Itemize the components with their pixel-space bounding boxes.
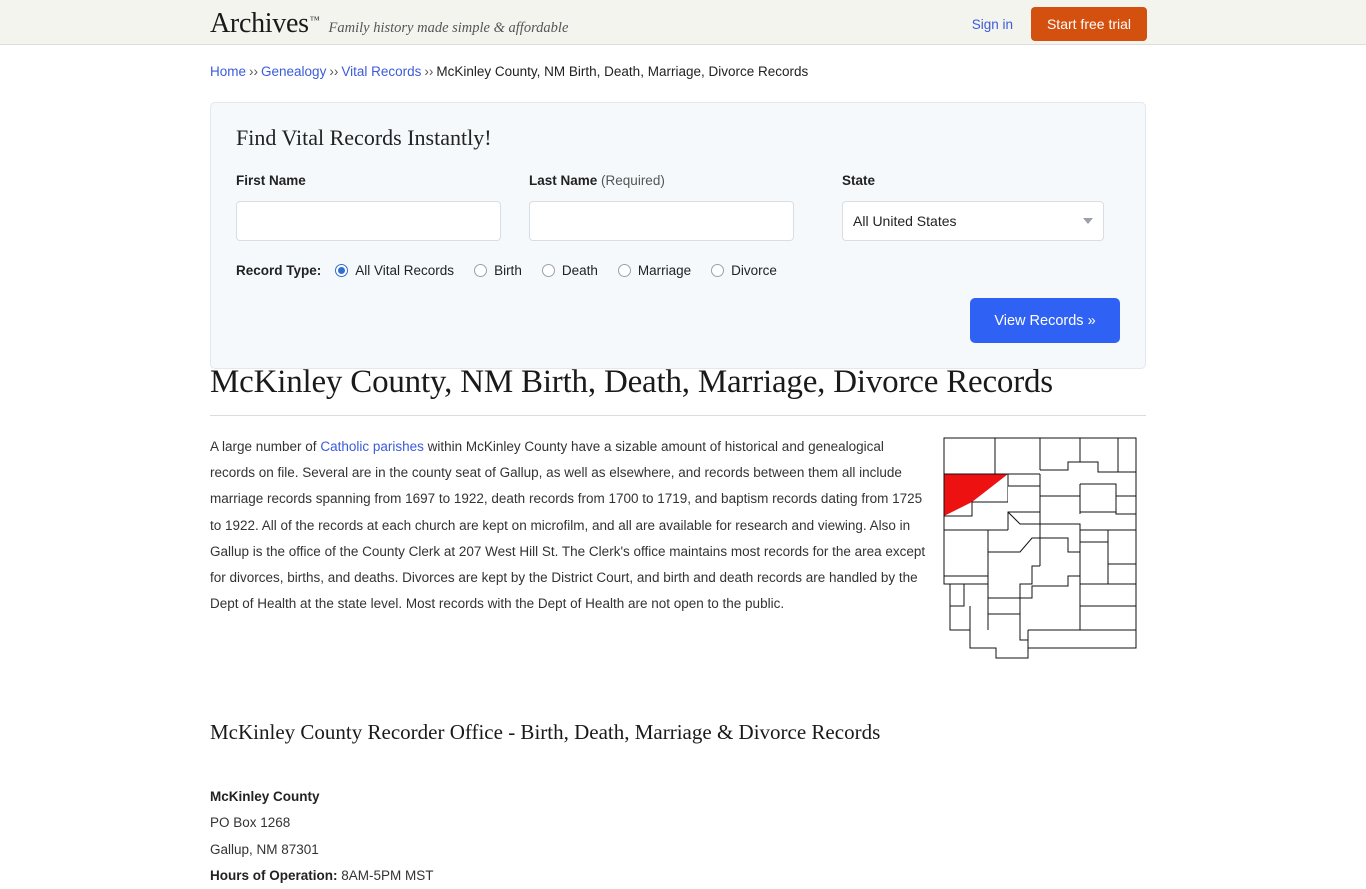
breadcrumb: Home ›› Genealogy ›› Vital Records ›› McKinley… — [210, 63, 1366, 82]
record-type-label: Record Type: — [236, 263, 322, 278]
page-title: McKinley County, NM Birth, Death, Marria… — [210, 364, 1053, 400]
radio-icon — [711, 264, 725, 277]
radio-label-marriage: Marriage — [637, 263, 692, 278]
main-content: McKinley County, NM Birth, Death, Marria… — [210, 363, 1146, 889]
catholic-parishes-link[interactable]: Catholic parishes — [320, 439, 424, 454]
radio-icon-checked — [335, 264, 349, 277]
address-county-name: McKinley County — [210, 788, 320, 804]
radio-label-death: Death — [561, 263, 598, 278]
first-name-field-group: First Name — [236, 173, 501, 241]
breadcrumb-separator: ›› — [424, 64, 434, 79]
radio-icon — [474, 264, 488, 277]
view-records-button[interactable]: View Records » — [970, 298, 1120, 343]
radio-death[interactable]: Death — [541, 263, 598, 278]
new-mexico-county-map-svg — [943, 437, 1137, 659]
paragraph-before-link: A large number of — [210, 438, 321, 454]
state-select[interactable]: All United States — [842, 201, 1104, 241]
breadcrumb-separator: ›› — [249, 64, 259, 79]
address-line-1: PO Box 1268 — [210, 815, 291, 831]
site-header: Archives ™ Family history made simple & a… — [0, 0, 1366, 45]
start-free-trial-button[interactable]: Start free trial — [1030, 7, 1147, 41]
trademark-icon: ™ — [309, 15, 320, 26]
first-name-label: First Name — [236, 173, 306, 188]
last-name-input[interactable] — [529, 201, 794, 241]
radio-label-divorce: Divorce — [731, 263, 777, 278]
last-name-required-note: (Required) — [601, 173, 665, 188]
address-line-2: Gallup, NM 87301 — [210, 841, 319, 857]
radio-divorce[interactable]: Divorce — [711, 263, 777, 278]
record-type-row: Record Type: All Vital Records Birth Dea… — [236, 263, 1120, 278]
state-field-group: State All United States — [842, 173, 1104, 241]
breadcrumb-item-current: McKinley County, NM Birth, Death, Marria… — [436, 64, 809, 79]
submit-row: View Records » — [236, 298, 1120, 343]
brand-tagline: Family history made simple & affordable — [328, 20, 569, 36]
radio-icon — [617, 264, 631, 277]
search-fields-row: First Name Last Name (Required) State Al… — [236, 173, 1120, 241]
paragraph-after-link: within McKinley County have a sizable am… — [210, 438, 926, 612]
breadcrumb-item-genealogy[interactable]: Genealogy — [261, 64, 326, 79]
vital-records-search-panel: Find Vital Records Instantly! First Name… — [210, 102, 1146, 369]
radio-all-vital-records[interactable]: All Vital Records — [335, 263, 454, 278]
state-select-wrap: All United States — [842, 201, 1104, 241]
new-mexico-county-map — [940, 434, 1140, 667]
radio-icon — [541, 264, 555, 277]
radio-label-birth: Birth — [494, 263, 522, 278]
breadcrumb-item-home[interactable]: Home — [210, 64, 246, 79]
radio-label-all-vital-records: All Vital Records — [355, 263, 455, 278]
breadcrumb-item-vital-records[interactable]: Vital Records — [341, 64, 421, 79]
search-panel-title: Find Vital Records Instantly! — [236, 125, 492, 150]
last-name-label: Last Name (Required) — [529, 173, 794, 188]
hours-label: Hours of Operation: — [210, 867, 338, 883]
last-name-label-text: Last Name — [529, 173, 598, 188]
radio-marriage[interactable]: Marriage — [617, 263, 692, 278]
recorder-office-address: McKinley County PO Box 1268 Gallup, NM 8… — [210, 784, 1146, 889]
hours-value: 8AM-5PM MST — [337, 867, 434, 883]
recorder-office-subtitle: McKinley County Recorder Office - Birth,… — [210, 719, 881, 744]
last-name-field-group: Last Name (Required) — [529, 173, 794, 241]
sign-in-link[interactable]: Sign in — [972, 17, 1013, 32]
intro-paragraph: A large number of Catholic parishes with… — [210, 434, 928, 618]
brand-logo-text: Archives — [210, 8, 309, 39]
intro-section: A large number of Catholic parishes with… — [210, 434, 1146, 667]
hours-of-operation: Hours of Operation: 8AM-5PM MST — [210, 863, 1146, 889]
title-divider — [210, 414, 1146, 416]
state-label: State — [842, 173, 876, 188]
breadcrumb-separator: ›› — [329, 64, 339, 79]
header-actions: Sign in Start free trial — [972, 7, 1147, 41]
brand-logo[interactable]: Archives ™ Family history made simple & a… — [210, 10, 568, 38]
radio-birth[interactable]: Birth — [474, 263, 522, 278]
first-name-input[interactable] — [236, 201, 501, 241]
